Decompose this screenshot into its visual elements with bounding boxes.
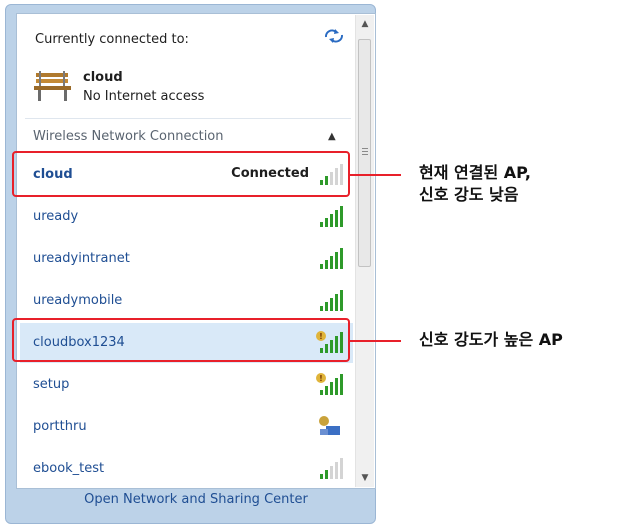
signal-strength-icon — [320, 458, 343, 479]
network-name: uready — [33, 209, 79, 224]
annotation-line-1: 현재 연결된 AP, — [419, 163, 531, 182]
network-popup: Currently connected to: cloud No Interne… — [5, 4, 376, 524]
secured-signal-strength-icon: ! — [316, 373, 343, 395]
signal-strength-icon — [320, 290, 343, 311]
connected-ap-pointer-line — [350, 174, 401, 176]
network-row-uready[interactable]: uready — [20, 197, 353, 237]
scroll-up-arrow-icon[interactable]: ▲ — [356, 15, 374, 33]
wireless-section-label: Wireless Network Connection — [33, 129, 224, 144]
scrollbar[interactable]: ▲ ▼ — [355, 15, 374, 487]
network-row-ureadymobile[interactable]: ureadymobile — [20, 281, 353, 321]
network-name: ureadymobile — [33, 293, 123, 308]
network-name: setup — [33, 377, 70, 392]
network-list-panel: Currently connected to: cloud No Interne… — [16, 13, 376, 489]
connected-network-name: cloud — [83, 70, 123, 85]
divider — [25, 118, 351, 119]
network-name: ureadyintranet — [33, 251, 130, 266]
network-row-portthru[interactable]: portthru — [20, 407, 353, 447]
open-network-sharing-center-link[interactable]: Open Network and Sharing Center — [16, 492, 376, 507]
adhoc-network-icon — [319, 416, 340, 435]
network-row-ebook-test[interactable]: ebook_test — [20, 449, 353, 489]
scrollbar-thumb[interactable] — [358, 39, 371, 267]
currently-connected-title: Currently connected to: — [35, 32, 189, 47]
refresh-icon[interactable] — [323, 28, 345, 44]
svg-text:!: ! — [319, 374, 323, 383]
connected-ap-highlight-box — [12, 151, 350, 197]
network-name: ebook_test — [33, 461, 105, 476]
collapse-chevron-icon[interactable]: ▲ — [328, 131, 336, 142]
annotation-line-2: 신호 강도 낮음 — [419, 185, 519, 204]
signal-strength-icon — [320, 206, 343, 227]
signal-strength-icon — [320, 248, 343, 269]
grip-icon — [362, 148, 368, 157]
connected-network-status: No Internet access — [83, 89, 205, 104]
park-bench-icon — [34, 71, 71, 101]
network-row-ureadyintranet[interactable]: ureadyintranet — [20, 239, 353, 279]
strong-ap-pointer-line — [350, 340, 401, 342]
network-row-setup[interactable]: setup ! — [20, 365, 353, 405]
network-name: portthru — [33, 419, 87, 434]
connected-ap-annotation: 현재 연결된 AP, 신호 강도 낮음 — [419, 162, 531, 206]
strong-ap-highlight-box — [12, 318, 350, 362]
scroll-down-arrow-icon[interactable]: ▼ — [356, 469, 374, 487]
strong-ap-annotation: 신호 강도가 높은 AP — [419, 330, 563, 349]
